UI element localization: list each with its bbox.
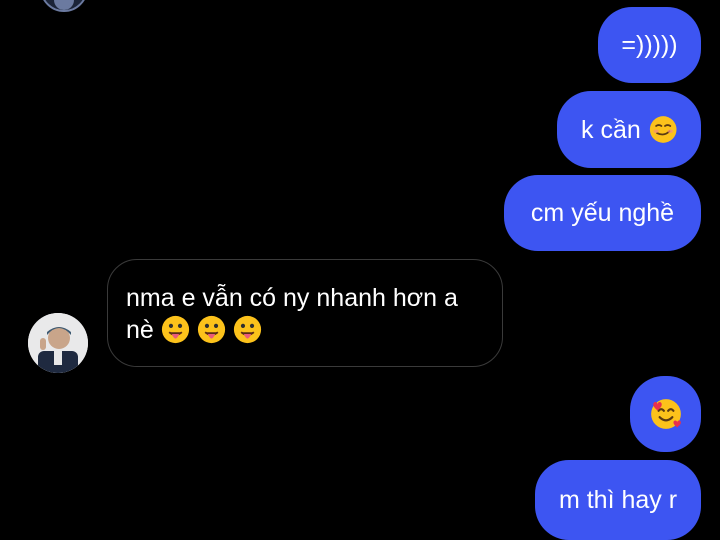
contact-avatar[interactable]	[40, 0, 88, 12]
message-bubble-outgoing[interactable]: k cần	[557, 91, 701, 168]
smirking-face-icon	[649, 116, 677, 143]
message-bubble-outgoing[interactable]: =)))))	[598, 7, 701, 83]
avatar-photo-icon	[42, 0, 86, 10]
chat-thread[interactable]: =))))) k cần cm yếu nghề nma e vẫn có ny…	[0, 0, 720, 540]
message-text-line2: nè	[126, 316, 154, 344]
message-text: m thì hay r	[558, 486, 678, 514]
message-text: k cần	[581, 115, 641, 144]
message-bubble-outgoing[interactable]: cm yếu nghề	[504, 175, 701, 251]
message-text-line1: nma e vẫn có ny nhanh hơn a	[126, 284, 458, 312]
smiling-face-with-hearts-icon	[650, 399, 681, 429]
face-with-tongue-icon	[161, 315, 189, 344]
message-bubble-outgoing[interactable]	[630, 376, 701, 452]
message-text: =)))))	[621, 31, 678, 59]
avatar-photo-icon	[28, 313, 88, 373]
contact-avatar[interactable]	[28, 313, 88, 373]
message-text: cm yếu nghề	[530, 199, 675, 227]
message-bubble-incoming[interactable]: nma e vẫn có ny nhanh hơn a nè	[107, 259, 503, 367]
message-bubble-outgoing[interactable]: m thì hay r	[535, 460, 701, 540]
face-with-tongue-icon	[233, 315, 261, 344]
face-with-tongue-icon	[197, 315, 225, 344]
